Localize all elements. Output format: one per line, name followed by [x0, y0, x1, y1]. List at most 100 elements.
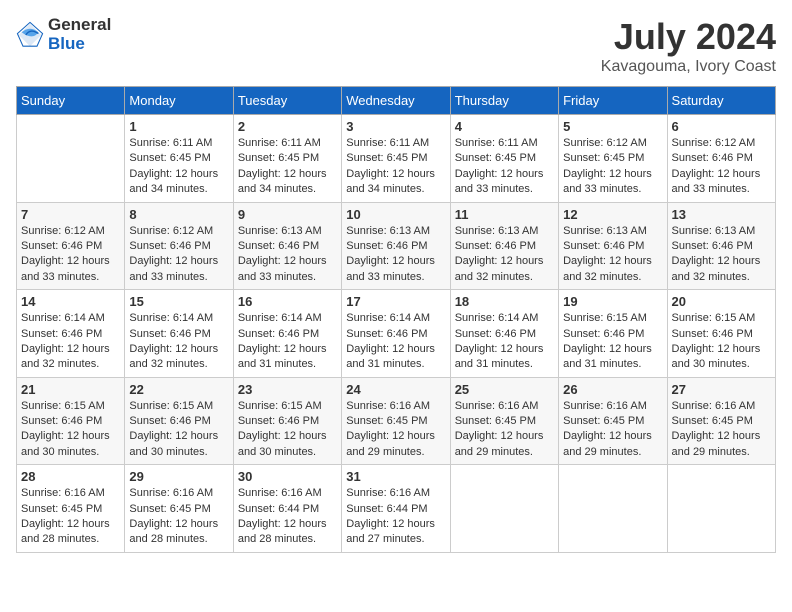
calendar-cell: 26 Sunrise: 6:16 AM Sunset: 6:45 PM Dayli…: [559, 377, 667, 465]
day-info: Sunrise: 6:13 AM Sunset: 6:46 PM Dayligh…: [238, 224, 337, 286]
day-info: Sunrise: 6:16 AM Sunset: 6:45 PM Dayligh…: [672, 399, 771, 461]
calendar-cell: 14 Sunrise: 6:14 AM Sunset: 6:46 PM Dayli…: [17, 290, 125, 378]
col-friday: Friday: [559, 87, 667, 115]
calendar-cell: 24 Sunrise: 6:16 AM Sunset: 6:45 PM Dayli…: [342, 377, 450, 465]
col-tuesday: Tuesday: [233, 87, 341, 115]
calendar-cell: [450, 465, 558, 553]
day-number: 27: [672, 382, 771, 397]
calendar-cell: 21 Sunrise: 6:15 AM Sunset: 6:46 PM Dayli…: [17, 377, 125, 465]
day-info: Sunrise: 6:11 AM Sunset: 6:45 PM Dayligh…: [455, 136, 554, 198]
calendar-cell: 19 Sunrise: 6:15 AM Sunset: 6:46 PM Dayli…: [559, 290, 667, 378]
day-info: Sunrise: 6:12 AM Sunset: 6:45 PM Dayligh…: [563, 136, 662, 198]
day-info: Sunrise: 6:13 AM Sunset: 6:46 PM Dayligh…: [455, 224, 554, 286]
day-info: Sunrise: 6:15 AM Sunset: 6:46 PM Dayligh…: [563, 311, 662, 373]
day-info: Sunrise: 6:16 AM Sunset: 6:45 PM Dayligh…: [346, 399, 445, 461]
day-info: Sunrise: 6:16 AM Sunset: 6:45 PM Dayligh…: [129, 486, 228, 548]
day-info: Sunrise: 6:13 AM Sunset: 6:46 PM Dayligh…: [563, 224, 662, 286]
day-number: 24: [346, 382, 445, 397]
calendar-cell: 30 Sunrise: 6:16 AM Sunset: 6:44 PM Dayli…: [233, 465, 341, 553]
calendar-cell: 12 Sunrise: 6:13 AM Sunset: 6:46 PM Dayli…: [559, 202, 667, 290]
day-number: 8: [129, 207, 228, 222]
calendar-cell: 10 Sunrise: 6:13 AM Sunset: 6:46 PM Dayli…: [342, 202, 450, 290]
logo-icon: [16, 21, 44, 49]
day-number: 12: [563, 207, 662, 222]
day-info: Sunrise: 6:12 AM Sunset: 6:46 PM Dayligh…: [21, 224, 120, 286]
day-info: Sunrise: 6:16 AM Sunset: 6:44 PM Dayligh…: [238, 486, 337, 548]
day-number: 15: [129, 294, 228, 309]
day-info: Sunrise: 6:11 AM Sunset: 6:45 PM Dayligh…: [129, 136, 228, 198]
day-number: 21: [21, 382, 120, 397]
day-info: Sunrise: 6:14 AM Sunset: 6:46 PM Dayligh…: [238, 311, 337, 373]
calendar-cell: 9 Sunrise: 6:13 AM Sunset: 6:46 PM Daylig…: [233, 202, 341, 290]
day-number: 1: [129, 119, 228, 134]
calendar-cell: 17Sunrise: 6:14 AM Sunset: 6:46 PM Dayli…: [342, 290, 450, 378]
day-number: 5: [563, 119, 662, 134]
day-info: Sunrise: 6:13 AM Sunset: 6:46 PM Dayligh…: [346, 224, 445, 286]
col-sunday: Sunday: [17, 87, 125, 115]
day-info: Sunrise: 6:12 AM Sunset: 6:46 PM Dayligh…: [672, 136, 771, 198]
day-number: 22: [129, 382, 228, 397]
calendar-cell: 2 Sunrise: 6:11 AM Sunset: 6:45 PM Daylig…: [233, 115, 341, 203]
day-number: 14: [21, 294, 120, 309]
calendar-cell: 11 Sunrise: 6:13 AM Sunset: 6:46 PM Dayli…: [450, 202, 558, 290]
calendar-cell: 27 Sunrise: 6:16 AM Sunset: 6:45 PM Dayli…: [667, 377, 775, 465]
calendar-cell: [17, 115, 125, 203]
calendar-cell: 20 Sunrise: 6:15 AM Sunset: 6:46 PM Dayli…: [667, 290, 775, 378]
day-number: 2: [238, 119, 337, 134]
day-info: Sunrise: 6:12 AM Sunset: 6:46 PM Dayligh…: [129, 224, 228, 286]
day-number: 4: [455, 119, 554, 134]
day-number: 18: [455, 294, 554, 309]
calendar-table: Sunday Monday Tuesday Wednesday Thursday…: [16, 86, 776, 553]
calendar-cell: 29 Sunrise: 6:16 AM Sunset: 6:45 PM Dayli…: [125, 465, 233, 553]
calendar-week-row: 28Sunrise: 6:16 AM Sunset: 6:45 PM Dayli…: [17, 465, 776, 553]
day-info: Sunrise: 6:15 AM Sunset: 6:46 PM Dayligh…: [672, 311, 771, 373]
calendar-week-row: 14 Sunrise: 6:14 AM Sunset: 6:46 PM Dayli…: [17, 290, 776, 378]
calendar-cell: 15Sunrise: 6:14 AM Sunset: 6:46 PM Dayli…: [125, 290, 233, 378]
calendar-cell: 13Sunrise: 6:13 AM Sunset: 6:46 PM Dayli…: [667, 202, 775, 290]
day-number: 10: [346, 207, 445, 222]
calendar-cell: 8 Sunrise: 6:12 AM Sunset: 6:46 PM Daylig…: [125, 202, 233, 290]
day-info: Sunrise: 6:14 AM Sunset: 6:46 PM Dayligh…: [346, 311, 445, 373]
day-number: 16: [238, 294, 337, 309]
day-number: 20: [672, 294, 771, 309]
day-number: 11: [455, 207, 554, 222]
page-header: General Blue July 2024 Kavagouma, Ivory …: [16, 16, 776, 76]
day-number: 3: [346, 119, 445, 134]
calendar-cell: 1 Sunrise: 6:11 AM Sunset: 6:45 PM Daylig…: [125, 115, 233, 203]
day-number: 31: [346, 469, 445, 484]
day-number: 13: [672, 207, 771, 222]
day-info: Sunrise: 6:14 AM Sunset: 6:46 PM Dayligh…: [455, 311, 554, 373]
day-info: Sunrise: 6:15 AM Sunset: 6:46 PM Dayligh…: [129, 399, 228, 461]
logo-text: General Blue: [48, 16, 111, 53]
calendar-week-row: 7 Sunrise: 6:12 AM Sunset: 6:46 PM Daylig…: [17, 202, 776, 290]
day-number: 19: [563, 294, 662, 309]
calendar-cell: 6Sunrise: 6:12 AM Sunset: 6:46 PM Daylig…: [667, 115, 775, 203]
day-info: Sunrise: 6:14 AM Sunset: 6:46 PM Dayligh…: [21, 311, 120, 373]
calendar-cell: [559, 465, 667, 553]
day-info: Sunrise: 6:15 AM Sunset: 6:46 PM Dayligh…: [238, 399, 337, 461]
logo: General Blue: [16, 16, 111, 53]
calendar-cell: 4 Sunrise: 6:11 AM Sunset: 6:45 PM Daylig…: [450, 115, 558, 203]
calendar-cell: 25Sunrise: 6:16 AM Sunset: 6:45 PM Dayli…: [450, 377, 558, 465]
day-info: Sunrise: 6:11 AM Sunset: 6:45 PM Dayligh…: [238, 136, 337, 198]
calendar-header-row: Sunday Monday Tuesday Wednesday Thursday…: [17, 87, 776, 115]
day-info: Sunrise: 6:16 AM Sunset: 6:45 PM Dayligh…: [455, 399, 554, 461]
day-info: Sunrise: 6:16 AM Sunset: 6:45 PM Dayligh…: [21, 486, 120, 548]
calendar-cell: [667, 465, 775, 553]
day-info: Sunrise: 6:15 AM Sunset: 6:46 PM Dayligh…: [21, 399, 120, 461]
col-wednesday: Wednesday: [342, 87, 450, 115]
day-number: 26: [563, 382, 662, 397]
day-number: 9: [238, 207, 337, 222]
title-block: July 2024 Kavagouma, Ivory Coast: [601, 16, 776, 76]
calendar-cell: 5 Sunrise: 6:12 AM Sunset: 6:45 PM Daylig…: [559, 115, 667, 203]
day-number: 30: [238, 469, 337, 484]
day-number: 29: [129, 469, 228, 484]
day-info: Sunrise: 6:16 AM Sunset: 6:45 PM Dayligh…: [563, 399, 662, 461]
calendar-cell: 22 Sunrise: 6:15 AM Sunset: 6:46 PM Dayli…: [125, 377, 233, 465]
calendar-week-row: 1 Sunrise: 6:11 AM Sunset: 6:45 PM Daylig…: [17, 115, 776, 203]
calendar-cell: 23Sunrise: 6:15 AM Sunset: 6:46 PM Dayli…: [233, 377, 341, 465]
location-title: Kavagouma, Ivory Coast: [601, 58, 776, 76]
calendar-cell: 16 Sunrise: 6:14 AM Sunset: 6:46 PM Dayli…: [233, 290, 341, 378]
day-number: 7: [21, 207, 120, 222]
day-info: Sunrise: 6:11 AM Sunset: 6:45 PM Dayligh…: [346, 136, 445, 198]
